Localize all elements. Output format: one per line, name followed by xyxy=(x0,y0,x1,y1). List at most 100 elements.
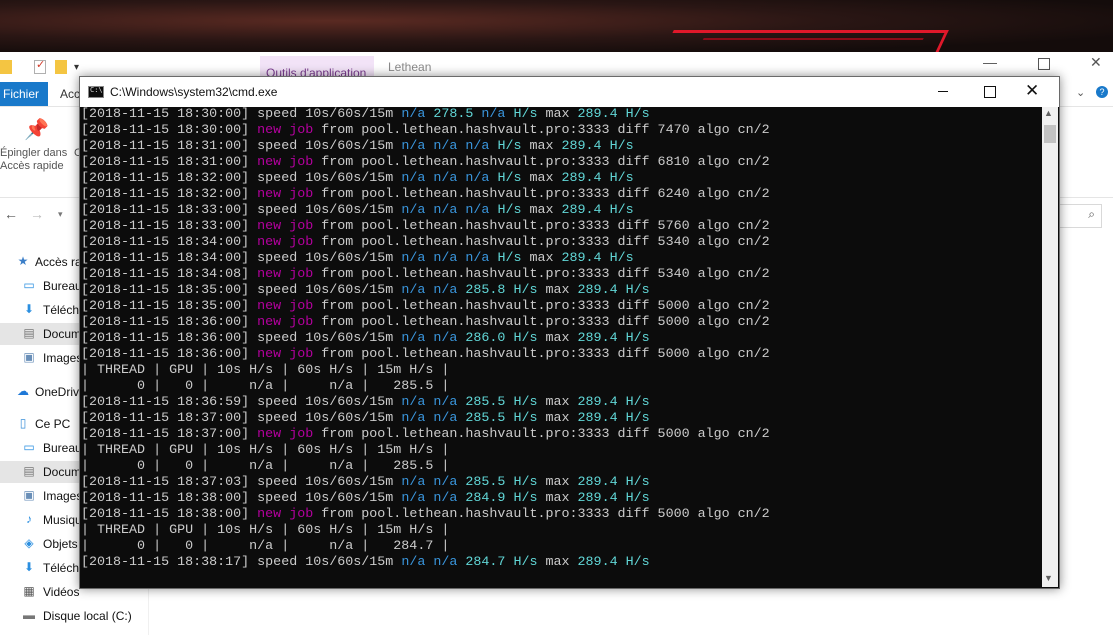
quick-access-dropdown-icon[interactable]: ▾ xyxy=(74,62,79,73)
hashrate-value: 278.5 xyxy=(433,107,474,122)
tab-file[interactable]: Fichier xyxy=(0,82,48,106)
recent-locations-dropdown-icon[interactable]: ▾ xyxy=(58,209,63,220)
download-icon: ⬇ xyxy=(23,560,35,574)
scroll-up-arrow-icon[interactable]: ▲ xyxy=(1044,108,1053,118)
nav-item[interactable]: ▬ Disque local (C:) xyxy=(0,605,148,627)
pin-to-quick-access-button[interactable]: Épingler dans Accès rapide xyxy=(0,147,75,173)
pin-icon[interactable]: 📌 xyxy=(24,117,49,142)
hashrate-value: n/a xyxy=(401,475,426,490)
download-icon: ⬇ xyxy=(23,302,35,316)
console-line: | THREAD | GPU | 10s H/s | 60s H/s | 15m… xyxy=(81,523,1043,539)
log-timestamp: [2018-11-15 18:34:08] xyxy=(81,267,258,282)
console-scrollbar[interactable]: ▲ ▼ xyxy=(1042,107,1058,587)
max-label: max xyxy=(537,283,578,298)
hashrate-value: n/a xyxy=(433,411,458,426)
new-job-label: new job xyxy=(257,267,314,282)
hashrate-value: 284.7 xyxy=(465,555,506,570)
new-folder-icon[interactable] xyxy=(55,60,67,74)
speed-label: speed 10s/60s/15m xyxy=(257,475,402,490)
music-icon: ♪ xyxy=(26,512,32,526)
images-icon: ▣ xyxy=(23,350,35,364)
hashrate-value: n/a xyxy=(433,475,458,490)
cmd-close-button[interactable]: ✕ xyxy=(1025,81,1039,101)
log-timestamp: [2018-11-15 18:37:00] xyxy=(81,411,258,426)
cmd-titlebar[interactable]: C:\Windows\system32\cmd.exe ✕ xyxy=(80,77,1059,107)
pin-label-line1: Épingler dans xyxy=(0,147,68,159)
log-timestamp: [2018-11-15 18:35:00] xyxy=(81,283,258,298)
speed-label: speed 10s/60s/15m xyxy=(257,251,402,266)
tab-home[interactable]: Acc xyxy=(60,87,80,101)
document-icon: ▤ xyxy=(23,326,35,340)
console-output[interactable]: [2018-11-15 18:30:00] speed 10s/60s/15m … xyxy=(80,107,1043,587)
max-label: max xyxy=(521,139,562,154)
properties-icon[interactable] xyxy=(34,58,46,74)
nav-item-label: Docum xyxy=(43,465,82,479)
job-details: from pool.lethean.hashvault.pro:3333 dif… xyxy=(313,187,770,202)
log-timestamp: [2018-11-15 18:31:00] xyxy=(81,155,258,170)
hashrate-value: 285.5 xyxy=(465,395,506,410)
nav-item-label: Vidéos xyxy=(43,585,80,599)
new-job-label: new job xyxy=(257,507,314,522)
nav-item-label: Musiqu xyxy=(43,513,82,527)
nav-item-label: Ce PC xyxy=(35,417,71,431)
console-line: [2018-11-15 18:37:00] speed 10s/60s/15m … xyxy=(81,411,1043,427)
help-icon[interactable]: ? xyxy=(1096,86,1108,98)
new-job-label: new job xyxy=(257,123,314,138)
console-line: [2018-11-15 18:31:00] new job from pool.… xyxy=(81,155,1043,171)
search-icon: ⌕ xyxy=(1088,207,1095,221)
nav-item-label: OneDriv xyxy=(35,385,80,399)
hashrate-value: n/a xyxy=(465,139,490,154)
hashrate-table-row: | 0 | 0 | n/a | n/a | 284.7 | xyxy=(81,539,450,554)
speed-label: speed 10s/60s/15m xyxy=(257,203,402,218)
hashrate-value: 285.5 xyxy=(465,475,506,490)
log-timestamp: [2018-11-15 18:38:00] xyxy=(81,491,258,506)
folder-icon[interactable] xyxy=(0,60,12,74)
cmd-maximize-button[interactable] xyxy=(984,86,996,98)
job-details: from pool.lethean.hashvault.pro:3333 dif… xyxy=(313,299,770,314)
max-hashrate-value: 289.4 H/s xyxy=(561,171,634,186)
scroll-down-arrow-icon[interactable]: ▼ xyxy=(1044,573,1053,583)
hashrate-value: n/a xyxy=(401,331,426,346)
explorer-minimize-button[interactable]: — xyxy=(983,54,997,70)
hashrate-value: n/a xyxy=(401,395,426,410)
console-line: [2018-11-15 18:30:00] speed 10s/60s/15m … xyxy=(81,107,1043,123)
hashrate-value: 285.5 xyxy=(465,411,506,426)
hashrate-value: n/a xyxy=(433,331,458,346)
scroll-thumb[interactable] xyxy=(1044,125,1056,143)
ribbon-expand-icon[interactable]: ⌄ xyxy=(1076,86,1085,99)
log-timestamp: [2018-11-15 18:36:00] xyxy=(81,347,258,362)
log-timestamp: [2018-11-15 18:30:00] xyxy=(81,107,258,122)
hashrate-value: n/a xyxy=(433,555,458,570)
hashrate-value: 286.0 xyxy=(465,331,506,346)
max-hashrate-value: 289.4 H/s xyxy=(577,107,650,122)
hashrate-value: n/a xyxy=(433,171,458,186)
console-line: [2018-11-15 18:38:00] speed 10s/60s/15m … xyxy=(81,491,1043,507)
speed-label: speed 10s/60s/15m xyxy=(257,139,402,154)
hashrate-unit: H/s xyxy=(513,411,538,426)
hashrate-value: n/a xyxy=(433,491,458,506)
new-job-label: new job xyxy=(257,235,314,250)
drive-icon: ▬ xyxy=(23,608,35,622)
log-timestamp: [2018-11-15 18:33:00] xyxy=(81,203,258,218)
hashrate-value: 285.8 xyxy=(465,283,506,298)
log-timestamp: [2018-11-15 18:38:00] xyxy=(81,507,258,522)
speed-label: speed 10s/60s/15m xyxy=(257,171,402,186)
explorer-close-button[interactable]: ✕ xyxy=(1090,54,1102,71)
cmd-minimize-button[interactable] xyxy=(938,91,948,92)
hashrate-value: n/a xyxy=(401,107,426,122)
cmd-app-icon[interactable] xyxy=(88,86,104,98)
hashrate-value: n/a xyxy=(401,491,426,506)
nav-item-label: Bureau xyxy=(43,441,82,455)
console-line: [2018-11-15 18:33:00] new job from pool.… xyxy=(81,219,1043,235)
max-hashrate-value: 289.4 H/s xyxy=(577,411,650,426)
hashrate-value: n/a xyxy=(401,171,426,186)
hashrate-value: n/a xyxy=(433,251,458,266)
console-line: [2018-11-15 18:34:00] speed 10s/60s/15m … xyxy=(81,251,1043,267)
hashrate-value: n/a xyxy=(433,283,458,298)
max-label: max xyxy=(521,251,562,266)
nav-item-label: Objets xyxy=(43,537,78,551)
explorer-maximize-button[interactable] xyxy=(1038,58,1050,70)
back-arrow-icon[interactable]: ← xyxy=(4,206,18,222)
console-line: [2018-11-15 18:37:03] speed 10s/60s/15m … xyxy=(81,475,1043,491)
forward-arrow-icon[interactable]: → xyxy=(30,206,44,222)
